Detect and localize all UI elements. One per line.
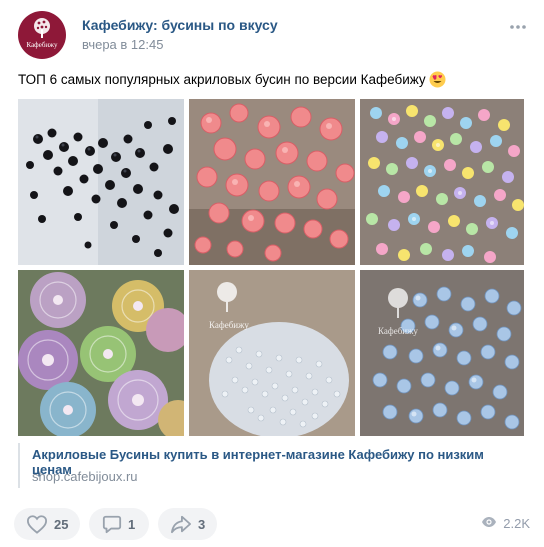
link-domain: shop.cafebijoux.ru: [32, 469, 138, 484]
avatar-caption: Кафебижу: [26, 41, 58, 49]
link-attachment[interactable]: Акриловые Бусины купить в интернет-магаз…: [18, 443, 526, 488]
photo-pink-caps[interactable]: [189, 99, 355, 265]
views-count: 2.2K: [503, 516, 530, 531]
eye-icon: [481, 516, 497, 531]
views-counter: 2.2K: [481, 516, 530, 531]
watermark-text: Кафебижу: [209, 320, 249, 330]
heart-eyes-emoji-icon: [429, 71, 446, 91]
photo-iridescent-flowers[interactable]: [18, 270, 184, 436]
tree-logo-icon: [34, 18, 50, 38]
watermark-text: Кафебижу: [378, 326, 418, 336]
action-bar: 25 1 3 2.2K: [14, 508, 530, 540]
author-name[interactable]: Кафебижу: бусины по вкусу: [82, 17, 278, 33]
heart-icon: [26, 514, 48, 534]
photo-grid: Кафебижу Кафебижу: [18, 99, 524, 436]
share-icon: [170, 514, 192, 534]
more-icon[interactable]: [508, 17, 528, 37]
avatar[interactable]: Кафебижу: [18, 11, 66, 59]
post-text-content: ТОП 6 самых популярных акриловых бусин п…: [18, 72, 426, 87]
like-button[interactable]: 25: [14, 508, 80, 540]
post-time[interactable]: вчера в 12:45: [82, 37, 163, 52]
share-button[interactable]: 3: [158, 508, 217, 540]
post-header: Кафебижу Кафебижу: бусины по вкусу вчера…: [18, 11, 528, 59]
photo-blue-stars[interactable]: Кафебижу: [360, 270, 524, 436]
comment-count: 1: [128, 516, 136, 532]
comment-button[interactable]: 1: [89, 508, 149, 540]
photo-clear-beads[interactable]: Кафебижу: [189, 270, 355, 436]
post-text: ТОП 6 самых популярных акриловых бусин п…: [18, 71, 446, 91]
share-count: 3: [198, 516, 206, 532]
like-count: 25: [54, 516, 69, 532]
comment-icon: [102, 514, 122, 534]
photo-pastel-stars[interactable]: [360, 99, 524, 265]
photo-black-beads[interactable]: [18, 99, 184, 265]
